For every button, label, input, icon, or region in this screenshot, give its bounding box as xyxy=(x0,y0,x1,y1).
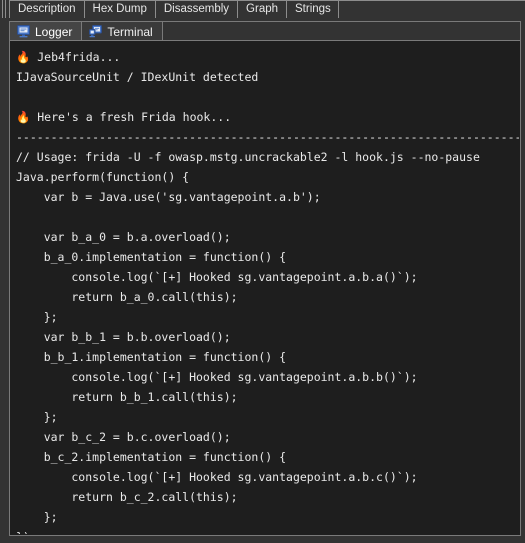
console-output: 🔥 Jeb4frida... IJavaSourceUnit / IDexUnit… xyxy=(11,42,519,534)
console-line: var b_b_1 = b.b.overload(); xyxy=(16,330,231,344)
console-line: ----------------------------------------… xyxy=(16,130,519,144)
console-line: var b_a_0 = b.a.overload(); xyxy=(16,230,231,244)
outer-tab-strings[interactable]: Strings xyxy=(286,1,340,18)
console-line: return b_c_2.call(this); xyxy=(16,490,238,504)
outer-tab-label: Strings xyxy=(295,2,331,15)
terminal-window-icon xyxy=(89,25,103,38)
tab-logger-label: Logger xyxy=(35,24,73,39)
outer-tab-disassembly[interactable]: Disassembly xyxy=(154,1,239,18)
outer-tabbar: Description Hex Dump Disassembly Graph Strin… xyxy=(0,0,525,18)
console-line: return b_a_0.call(this); xyxy=(16,290,238,304)
console-line: console.log(`[+] Hooked sg.vantagepoint.… xyxy=(16,370,418,384)
console-line: IJavaSourceUnit / IDexUnit detected xyxy=(16,70,259,84)
console-line: var b_c_2 = b.c.overload(); xyxy=(16,430,231,444)
fire-emoji-icon: 🔥 xyxy=(16,110,31,124)
console-line: console.log(`[+] Hooked sg.vantagepoint.… xyxy=(16,270,418,284)
inner-tabbar-filler xyxy=(161,21,521,41)
console-line: b_a_0.implementation = function() { xyxy=(16,250,287,264)
logger-terminal-panel: Logger Terminal 🔥 Jeb4frida... IJavaSour… xyxy=(9,21,521,536)
console-line: var b = Java.use('sg.vantagepoint.a.b'); xyxy=(16,190,321,204)
console-line: return b_b_1.call(this); xyxy=(16,390,238,404)
inner-tabbar: Logger Terminal xyxy=(9,21,521,41)
tab-logger[interactable]: Logger xyxy=(9,21,83,41)
tab-terminal-label: Terminal xyxy=(107,24,153,39)
logger-panel-window: Description Hex Dump Disassembly Graph Strin… xyxy=(0,0,525,543)
outer-tab-label: Graph xyxy=(246,2,279,15)
console-line: }; xyxy=(16,310,58,324)
outer-tab-description[interactable]: Description xyxy=(9,1,85,18)
outer-tab-label: Disassembly xyxy=(163,2,230,15)
console-frame[interactable]: 🔥 Jeb4frida... IJavaSourceUnit / IDexUnit… xyxy=(9,40,521,536)
monitor-icon xyxy=(17,25,30,38)
outer-tab-label: Description xyxy=(18,2,76,15)
console-line: console.log(`[+] Hooked sg.vantagepoint.… xyxy=(16,470,418,484)
console-line: // Usage: frida -U -f owasp.mstg.uncrack… xyxy=(16,150,480,164)
console-line: 🔥 Here's a fresh Frida hook... xyxy=(16,110,232,124)
panel-left-rails xyxy=(0,0,9,18)
console-line: b_c_2.implementation = function() { xyxy=(16,450,287,464)
console-line: }); xyxy=(16,527,519,534)
console-line: Java.perform(function() { xyxy=(16,170,190,184)
console-line: 🔥 Jeb4frida... xyxy=(16,50,121,64)
console-line: }; xyxy=(16,410,58,424)
outer-tab-list: Description Hex Dump Disassembly Graph Strin… xyxy=(9,0,525,18)
tab-terminal[interactable]: Terminal xyxy=(81,21,163,41)
outer-tab-graph[interactable]: Graph xyxy=(237,1,288,18)
fire-emoji-icon: 🔥 xyxy=(16,50,31,64)
outer-tab-label: Hex Dump xyxy=(92,2,147,15)
outer-tabbar-filler xyxy=(337,1,525,18)
console-scroll-area[interactable]: 🔥 Jeb4frida... IJavaSourceUnit / IDexUnit… xyxy=(11,42,519,534)
console-line: }; xyxy=(16,510,58,524)
outer-tab-hex-dump[interactable]: Hex Dump xyxy=(83,1,156,18)
console-line: b_b_1.implementation = function() { xyxy=(16,350,287,364)
